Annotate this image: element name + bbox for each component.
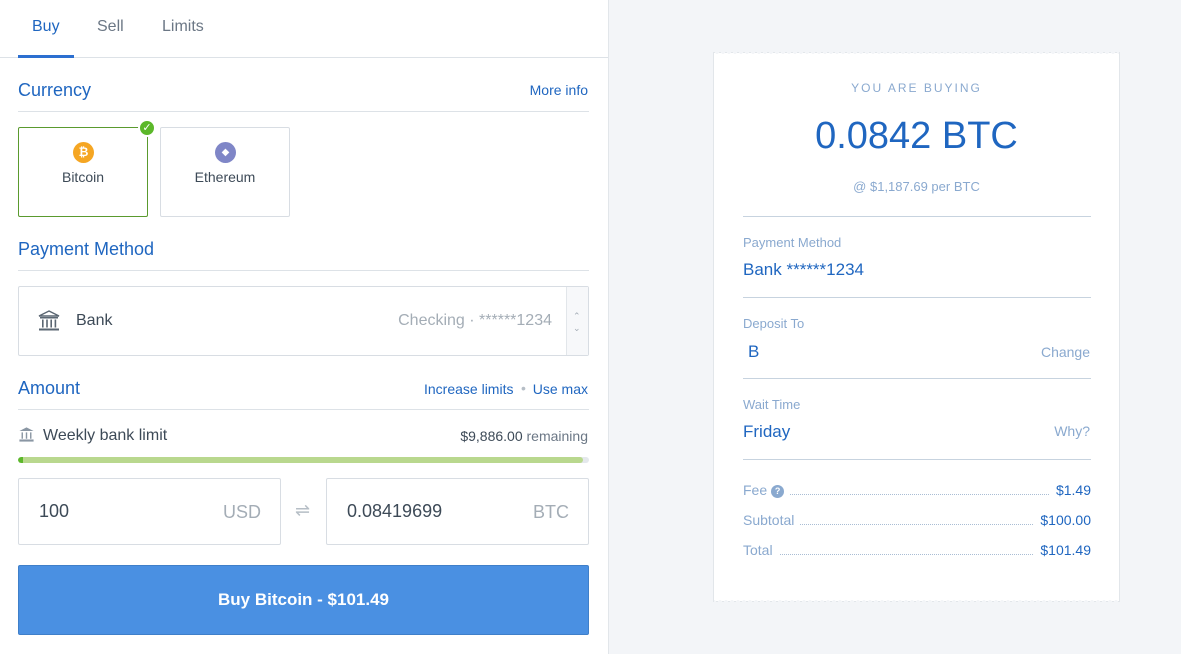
tab-sell[interactable]: Sell	[97, 18, 124, 36]
payment-method-label: Bank	[76, 312, 113, 329]
link-separator: •	[521, 380, 526, 396]
chevron-up-icon: ⌃	[573, 311, 581, 321]
payment-method-title: Payment Method	[18, 239, 155, 259]
fiat-amount-field[interactable]: USD	[18, 478, 281, 545]
divider	[743, 297, 1091, 298]
change-deposit-link[interactable]: Change	[1041, 344, 1090, 360]
currency-title: Currency	[18, 80, 92, 100]
use-max-link[interactable]: Use max	[533, 381, 588, 397]
divider	[743, 378, 1091, 379]
receipt-wait-label: Wait Time	[743, 397, 801, 412]
receipt-deposit-value: B	[748, 342, 760, 361]
bitcoin-icon: ₿	[73, 142, 94, 163]
subtotal-value: $100.00	[1034, 512, 1091, 528]
divider	[18, 111, 589, 112]
increase-limits-link[interactable]: Increase limits	[424, 381, 513, 397]
swap-arrows-icon[interactable]: ⇌	[295, 500, 310, 521]
currency-option-label: Bitcoin	[61, 169, 105, 185]
currency-option-bitcoin[interactable]: ₿ Bitcoin	[18, 127, 148, 217]
buy-bitcoin-button[interactable]: Buy Bitcoin - $101.49	[18, 565, 589, 635]
buy-panel: Buy Sell Limits Currency More info ₿ Bit…	[0, 0, 609, 654]
fee-row: Fee? $1.49	[743, 482, 1091, 500]
more-info-link[interactable]: More info	[530, 82, 588, 98]
subtotal-label: Subtotal	[743, 512, 801, 528]
receipt-payment-value: Bank ******1234	[743, 260, 864, 279]
exchange-rate: @ $1,187.69 per BTC	[853, 179, 980, 194]
payment-method-select[interactable]: Bank Checking · ******1234 ⌃ ⌄	[18, 286, 589, 356]
active-tab-indicator	[18, 55, 74, 58]
chevron-down-icon: ⌄	[573, 323, 581, 333]
tab-limits[interactable]: Limits	[162, 18, 204, 36]
weekly-limit-label: Weekly bank limit	[43, 427, 168, 444]
subtotal-row: Subtotal $100.00	[743, 512, 1091, 530]
crypto-amount-field[interactable]: BTC	[326, 478, 589, 545]
total-value: $101.49	[1034, 542, 1091, 558]
bank-icon	[19, 427, 34, 442]
amount-title: Amount	[18, 378, 81, 398]
crypto-amount-input[interactable]	[347, 501, 517, 522]
limit-progress-bar	[18, 457, 589, 463]
receipt-edge	[714, 599, 1119, 602]
currency-option-ethereum[interactable]: ◆ Ethereum	[160, 127, 290, 217]
fee-label: Fee?	[743, 482, 791, 498]
divider	[743, 459, 1091, 460]
receipt-heading: YOU ARE BUYING	[851, 81, 982, 95]
dotted-leader	[743, 494, 1091, 495]
divider	[743, 216, 1091, 217]
tab-bar: Buy Sell Limits	[0, 0, 608, 58]
tab-buy[interactable]: Buy	[32, 18, 60, 36]
receipt-deposit-label: Deposit To	[743, 316, 805, 331]
order-summary-panel: YOU ARE BUYING 0.0842 BTC @ $1,187.69 pe…	[610, 0, 1181, 654]
currency-option-label: Ethereum	[194, 169, 256, 185]
receipt-card: YOU ARE BUYING 0.0842 BTC @ $1,187.69 pe…	[713, 52, 1120, 602]
total-row: Total $101.49	[743, 542, 1091, 560]
fee-value: $1.49	[1049, 482, 1091, 498]
ethereum-icon: ◆	[215, 142, 236, 163]
buy-amount: 0.0842 BTC	[815, 115, 1018, 157]
payment-account-detail: Checking · ******1234	[398, 312, 552, 329]
why-wait-link[interactable]: Why?	[1054, 423, 1090, 439]
receipt-edge	[714, 52, 1119, 55]
crypto-unit: BTC	[533, 502, 569, 522]
receipt-payment-label: Payment Method	[743, 235, 842, 250]
divider	[18, 409, 589, 410]
fiat-amount-input[interactable]	[39, 501, 209, 522]
bank-icon	[38, 310, 60, 331]
divider	[18, 270, 589, 271]
fiat-unit: USD	[222, 502, 261, 522]
select-stepper[interactable]: ⌃ ⌄	[566, 287, 588, 355]
limit-remaining: $9,886.00 remaining	[460, 428, 588, 444]
receipt-wait-value: Friday	[743, 422, 791, 441]
help-icon[interactable]: ?	[771, 485, 785, 498]
selected-check-icon: ✓	[138, 119, 156, 137]
limit-progress-fill	[18, 457, 584, 463]
total-label: Total	[743, 542, 779, 558]
